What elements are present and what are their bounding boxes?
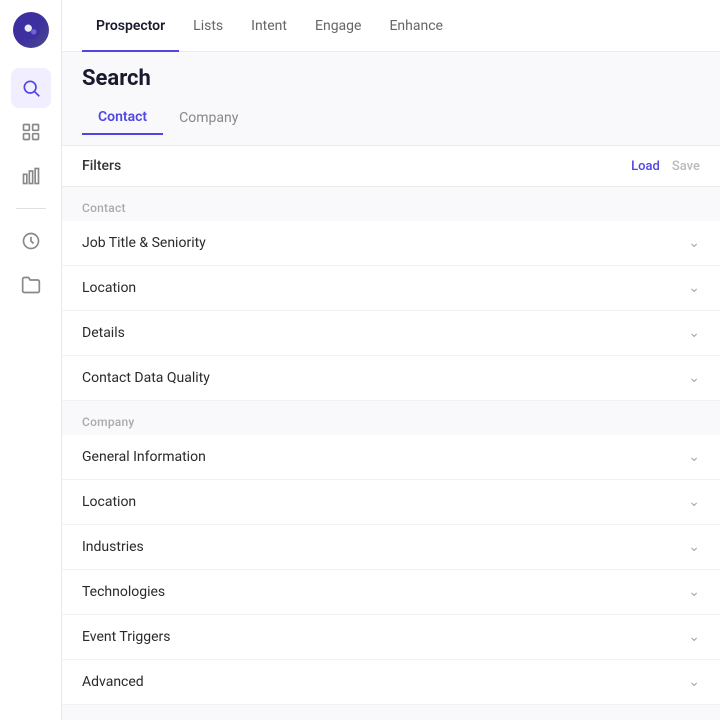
chevron-down-icon: ⌄	[688, 370, 700, 386]
filter-industries[interactable]: Industries ⌄	[62, 525, 720, 570]
tab-company[interactable]: Company	[163, 101, 254, 135]
chevron-down-icon: ⌄	[688, 235, 700, 251]
sidebar-list-icon[interactable]	[11, 112, 51, 152]
filter-location-contact[interactable]: Location ⌄	[62, 266, 720, 311]
sidebar	[0, 0, 62, 720]
nav-enhance[interactable]: Enhance	[375, 0, 457, 52]
sidebar-folder-icon[interactable]	[11, 265, 51, 305]
filter-event-triggers[interactable]: Event Triggers ⌄	[62, 615, 720, 660]
filter-technologies[interactable]: Technologies ⌄	[62, 570, 720, 615]
chevron-down-icon: ⌄	[688, 280, 700, 296]
filters-actions: Load Save	[631, 159, 700, 174]
search-title: Search	[82, 66, 700, 91]
top-nav: Prospector Lists Intent Engage Enhance	[62, 0, 720, 52]
chevron-down-icon: ⌄	[688, 494, 700, 510]
load-button[interactable]: Load	[631, 159, 660, 174]
tabs-row: Contact Company	[82, 101, 700, 135]
nav-lists[interactable]: Lists	[179, 0, 237, 52]
main-content: Prospector Lists Intent Engage Enhance S…	[62, 0, 720, 720]
filter-contact-data-quality[interactable]: Contact Data Quality ⌄	[62, 356, 720, 401]
chevron-down-icon: ⌄	[688, 539, 700, 555]
nav-engage[interactable]: Engage	[301, 0, 375, 52]
nav-intent[interactable]: Intent	[237, 0, 301, 52]
search-header: Search Contact Company	[62, 52, 720, 146]
search-panel: Search Contact Company Filters Load Save…	[62, 52, 720, 720]
chevron-down-icon: ⌄	[688, 674, 700, 690]
app-logo	[13, 12, 49, 48]
filter-general-information[interactable]: General Information ⌄	[62, 435, 720, 480]
contact-filters-section: Contact Job Title & Seniority ⌄ Location…	[62, 187, 720, 705]
chevron-down-icon: ⌄	[688, 584, 700, 600]
filters-bar: Filters Load Save	[62, 146, 720, 187]
filter-job-title[interactable]: Job Title & Seniority ⌄	[62, 221, 720, 266]
sidebar-chart-icon[interactable]	[11, 156, 51, 196]
sidebar-history-icon[interactable]	[11, 221, 51, 261]
chevron-down-icon: ⌄	[688, 629, 700, 645]
filter-details[interactable]: Details ⌄	[62, 311, 720, 356]
chevron-down-icon: ⌄	[688, 449, 700, 465]
save-button[interactable]: Save	[672, 159, 700, 174]
sidebar-search-icon[interactable]	[11, 68, 51, 108]
filter-advanced[interactable]: Advanced ⌄	[62, 660, 720, 705]
company-section-label: Company	[62, 401, 720, 435]
tab-contact[interactable]: Contact	[82, 101, 163, 135]
filters-label: Filters	[82, 158, 121, 174]
contact-section-label: Contact	[62, 187, 720, 221]
filter-location-company[interactable]: Location ⌄	[62, 480, 720, 525]
sidebar-divider	[16, 208, 46, 209]
chevron-down-icon: ⌄	[688, 325, 700, 341]
nav-prospector[interactable]: Prospector	[82, 0, 179, 52]
